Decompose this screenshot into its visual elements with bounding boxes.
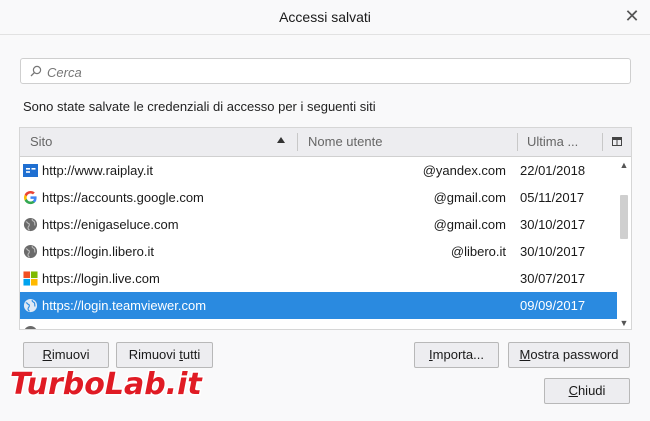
site-url: https://login.libero.it xyxy=(42,244,155,259)
table-header: Sito Nome utente Ultima ... xyxy=(20,128,631,157)
scroll-down-arrow-icon[interactable]: ▼ xyxy=(619,318,629,328)
search-input[interactable] xyxy=(45,62,619,82)
site-url: https://accounts.google.com xyxy=(42,190,204,205)
close-button[interactable]: Chiudi xyxy=(544,378,630,404)
last-used-date: 30/07/2017 xyxy=(520,271,586,286)
column-divider[interactable] xyxy=(297,133,298,151)
globe-icon xyxy=(23,298,38,313)
globe-icon xyxy=(23,217,38,232)
column-divider[interactable] xyxy=(517,133,518,151)
saved-logins-dialog: Accessi salvati ✕ Sono state salvate le … xyxy=(0,0,650,421)
site-url: http://www.raiplay.it xyxy=(42,163,154,178)
sort-ascending-icon xyxy=(277,137,285,143)
import-button[interactable]: Importa... xyxy=(414,342,499,368)
scrollbar-thumb[interactable] xyxy=(620,195,628,239)
site-url: https://login.live.com xyxy=(42,271,160,286)
column-header-last-used[interactable]: Ultima ... xyxy=(527,128,578,156)
last-used-date: 30/10/2017 xyxy=(520,217,586,232)
google-favicon-icon xyxy=(23,190,37,205)
username xyxy=(306,265,506,292)
column-picker-icon[interactable] xyxy=(612,137,622,146)
close-icon[interactable]: ✕ xyxy=(622,5,642,27)
table-row[interactable]: https://accounts.google.com @gmail.com 0… xyxy=(20,184,617,211)
last-used-date: 05/11/2017 xyxy=(520,190,585,205)
table-row[interactable]: https://login.live.com 30/07/2017 xyxy=(20,265,617,292)
last-used-date: 22/01/2018 xyxy=(520,163,586,178)
globe-icon xyxy=(23,244,38,259)
username: @gmail.com xyxy=(433,190,506,205)
show-passwords-button[interactable]: Mostra password xyxy=(508,342,630,368)
site-url: https://enigaseluce.com xyxy=(42,217,179,232)
description-text: Sono state salvate le credenziali di acc… xyxy=(23,99,376,114)
column-divider[interactable] xyxy=(602,133,603,151)
table-scrollbar[interactable]: ▲ ▼ xyxy=(617,157,631,329)
globe-icon xyxy=(24,325,37,329)
table-row[interactable]: https://login.libero.it @libero.it 30/10… xyxy=(20,238,617,265)
username: @yandex.com xyxy=(422,163,506,178)
table-row[interactable]: http://www.raiplay.it @yandex.com 22/01/… xyxy=(20,157,617,184)
column-header-site[interactable]: Sito xyxy=(30,128,52,156)
last-used-date: 30/10/2017 xyxy=(520,244,586,259)
svg-text:TurboLab.it: TurboLab.it xyxy=(10,367,203,402)
turbolab-watermark-logo: TurboLab.it xyxy=(9,366,205,404)
microsoft-favicon-icon xyxy=(23,271,38,286)
table-row[interactable]: https://enigaseluce.com @gmail.com 30/10… xyxy=(20,211,617,238)
logins-table: Sito Nome utente Ultima ... http://www.r… xyxy=(19,127,632,330)
scroll-up-arrow-icon[interactable]: ▲ xyxy=(619,160,629,170)
site-url: https://login.teamviewer.com xyxy=(42,298,207,313)
username: @libero.it xyxy=(450,244,506,259)
search-icon xyxy=(30,65,42,77)
dialog-title: Accessi salvati xyxy=(279,9,371,25)
last-used-date: 09/09/2017 xyxy=(520,298,586,313)
table-row-partial[interactable] xyxy=(20,319,617,329)
username: @gmail.com xyxy=(433,217,506,232)
table-body: http://www.raiplay.it @yandex.com 22/01/… xyxy=(20,157,617,329)
raiplay-favicon-icon xyxy=(23,164,38,177)
search-box[interactable] xyxy=(20,58,631,84)
table-row-selected[interactable]: https://login.teamviewer.com 09/09/2017 xyxy=(20,292,617,319)
title-bar: Accessi salvati ✕ xyxy=(0,0,650,35)
column-header-username[interactable]: Nome utente xyxy=(308,128,382,156)
username xyxy=(306,292,506,319)
